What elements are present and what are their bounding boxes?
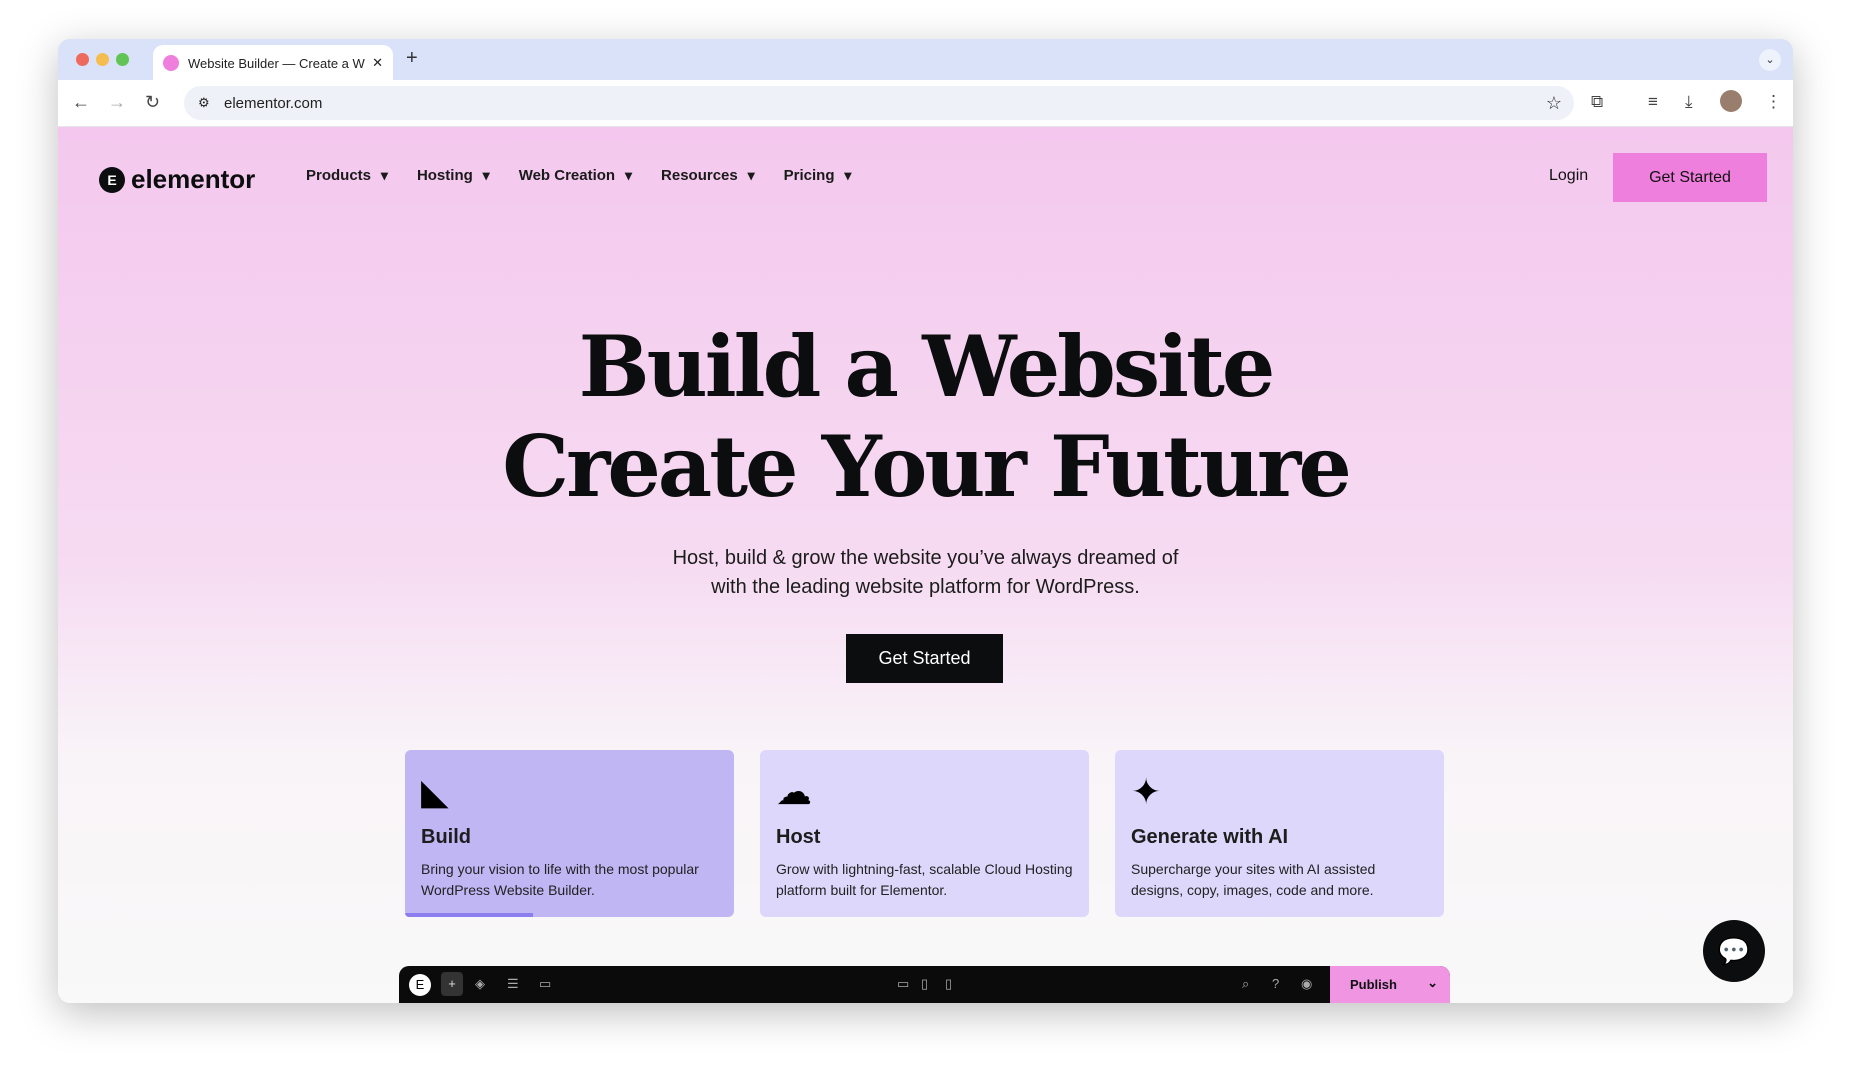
chat-button[interactable]: 💬	[1703, 920, 1765, 982]
editor-toolbar: E + ◈ ☰ ▭ ▭ ▯ ▯ ⌕ ? ◉ Publish ⌄	[399, 966, 1450, 1003]
card-build[interactable]: ◣ Build Bring your vision to life with t…	[405, 750, 734, 917]
publish-label: Publish	[1350, 977, 1397, 992]
menu-icon[interactable]: ⋮	[1765, 92, 1782, 112]
cloud-bolt-icon: ☁	[776, 771, 812, 812]
media-icon[interactable]: ≡	[1648, 92, 1658, 112]
avatar[interactable]	[1720, 90, 1742, 112]
maximize-window-button[interactable]	[116, 53, 129, 66]
nav-pricing[interactable]: Pricing	[784, 167, 852, 184]
hero-subtitle: Host, build & grow the website you’ve al…	[672, 547, 1179, 598]
browser-window: Website Builder — Create a W ✕ + ⌄ ← → ↻…	[58, 39, 1793, 1003]
cursor-icon: ◣	[421, 771, 449, 812]
tab-close-icon[interactable]: ✕	[372, 55, 383, 71]
card-host[interactable]: ☁ Host Grow with lightning-fast, scalabl…	[760, 750, 1089, 917]
download-icon[interactable]: ⤓	[1685, 92, 1693, 112]
get-started-hero-button[interactable]: Get Started	[846, 634, 1003, 683]
tab-bar: Website Builder — Create a W ✕ + ⌄	[58, 39, 1793, 81]
back-icon[interactable]: ←	[72, 92, 90, 113]
desktop-icon[interactable]: ▭	[897, 976, 909, 992]
extensions-icon[interactable]: ⧉	[1591, 92, 1603, 112]
search-icon[interactable]: ⌕	[1242, 976, 1249, 992]
get-started-nav-button[interactable]: Get Started	[1613, 153, 1767, 202]
browser-tab[interactable]: Website Builder — Create a W ✕	[153, 45, 393, 81]
browser-toolbar: ← → ↻ ⚙ elementor.com ☆ ⧉ ≡ ⤓ ⋮	[58, 80, 1793, 127]
forward-icon[interactable]: →	[108, 92, 126, 113]
login-link[interactable]: Login	[1549, 167, 1588, 185]
comments-icon[interactable]: ▭	[539, 976, 551, 992]
elementor-logo-icon: E	[99, 166, 125, 193]
card-ai[interactable]: ✦ Generate with AI Supercharge your site…	[1115, 750, 1444, 917]
site-settings-icon[interactable]: ⚙	[198, 95, 210, 111]
elementor-menu-icon[interactable]: E	[409, 974, 431, 996]
card-progress	[405, 913, 533, 917]
add-element-icon[interactable]: +	[441, 972, 463, 996]
close-window-button[interactable]	[76, 53, 89, 66]
settings-icon[interactable]: ☰	[507, 976, 519, 992]
new-tab-button[interactable]: +	[406, 47, 418, 70]
nav-resources[interactable]: Resources	[661, 167, 755, 184]
elementor-logo[interactable]: Eelementor	[99, 164, 255, 195]
reload-icon[interactable]: ↻	[145, 92, 160, 113]
hero-title: Build a Website Create Your Future	[502, 317, 1352, 516]
tab-search-button[interactable]: ⌄	[1759, 49, 1781, 71]
chevron-down-icon[interactable]: ⌄	[1427, 975, 1438, 991]
nav-web-creation[interactable]: Web Creation	[519, 167, 632, 184]
nav-products[interactable]: Products	[306, 167, 388, 184]
minimize-window-button[interactable]	[96, 53, 109, 66]
nav-hosting[interactable]: Hosting	[417, 167, 490, 184]
chat-icon: 💬	[1717, 936, 1751, 966]
tablet-icon[interactable]: ▯	[921, 976, 928, 992]
mobile-icon[interactable]: ▯	[945, 976, 952, 992]
help-icon[interactable]: ?	[1272, 976, 1279, 991]
publish-button[interactable]: Publish ⌄	[1330, 966, 1450, 1003]
preview-icon[interactable]: ◉	[1301, 976, 1312, 992]
address-bar[interactable]: ⚙ elementor.com ☆	[184, 86, 1574, 120]
favicon-icon	[163, 55, 179, 71]
web-page: Eelementor Products Hosting Web Creation…	[58, 127, 1793, 1003]
ai-sparkle-icon: ✦	[1131, 771, 1162, 812]
layers-icon[interactable]: ◈	[475, 976, 485, 992]
main-nav: Products Hosting Web Creation Resources …	[306, 167, 851, 184]
bookmark-star-icon[interactable]: ☆	[1546, 93, 1562, 114]
